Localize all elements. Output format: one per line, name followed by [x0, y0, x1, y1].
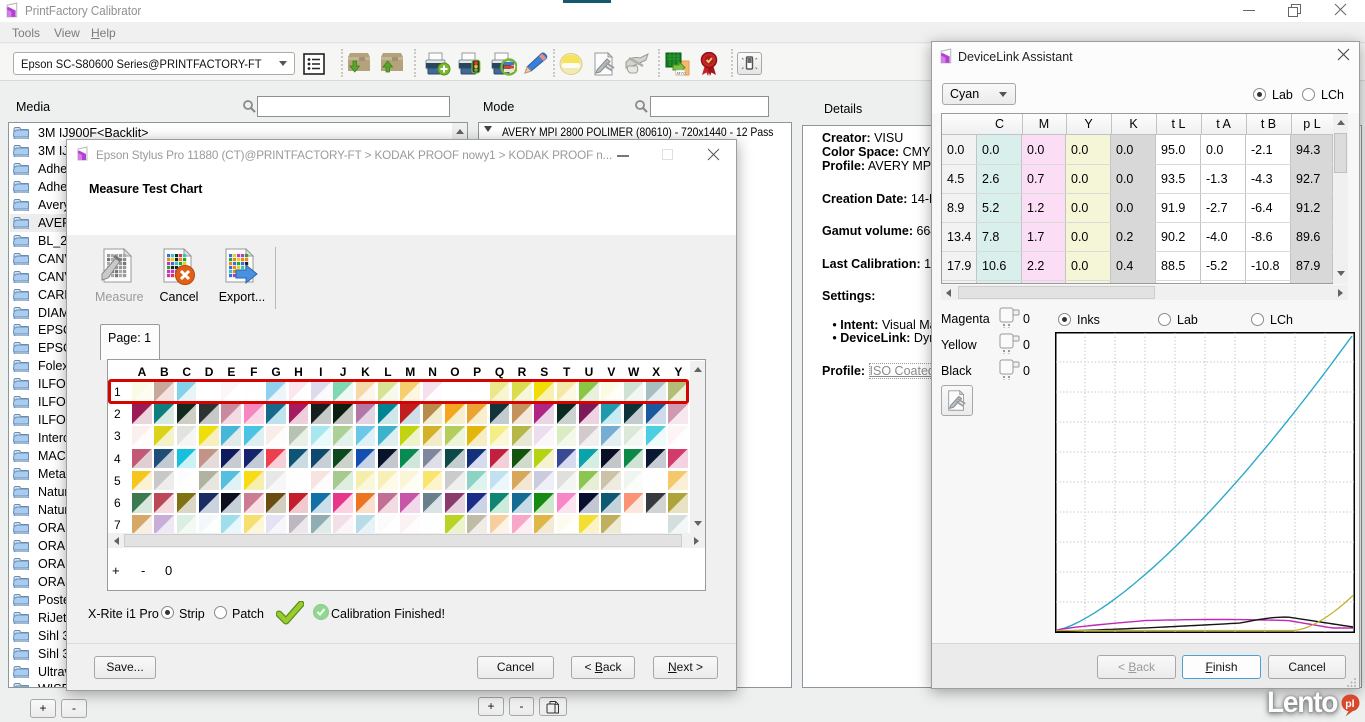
svg-text:pl: pl — [1345, 698, 1354, 710]
svg-text:MYC: MYC — [677, 70, 686, 75]
